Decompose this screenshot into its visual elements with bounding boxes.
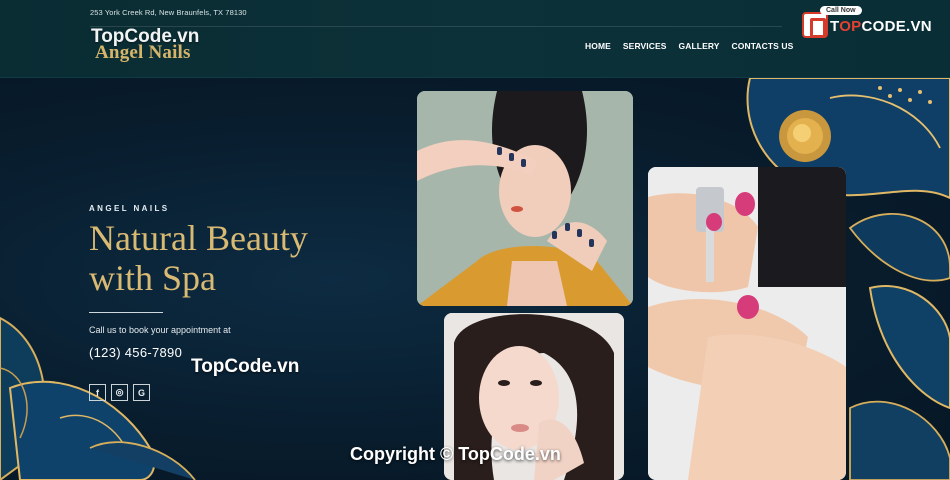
site-header: 253 York Creek Rd, New Braunfels, TX 781… (0, 0, 950, 78)
nav-services[interactable]: SERVICES (623, 41, 667, 51)
instagram-icon[interactable]: ◎ (111, 384, 128, 401)
social-links: f ◎ G (89, 384, 150, 401)
nav-home[interactable]: HOME (585, 41, 611, 51)
call-now-label: Call Now (820, 6, 862, 15)
phone-number[interactable]: (123) 456-7890 (89, 345, 182, 360)
watermark-middle: TopCode.vn (191, 356, 300, 377)
hero-kicker: ANGEL NAILS (89, 204, 170, 213)
hero-headline: Natural Beauty with Spa (89, 218, 349, 298)
gallery-photo-nail-painting (648, 167, 846, 480)
address-text: 253 York Creek Rd, New Braunfels, TX 781… (90, 8, 247, 17)
topcode-brand-text: TOPCODE.VN (830, 18, 932, 35)
copyright-watermark: Copyright © TopCode.vn (350, 444, 561, 464)
headline-line-2: with Spa (89, 258, 217, 298)
main-nav: HOME SERVICES GALLERY CONTACTS US (585, 41, 793, 51)
hero-section: ANGEL NAILS Natural Beauty with Spa Call… (0, 78, 950, 480)
gallery-photo-navy-nails (417, 91, 633, 306)
facebook-icon[interactable]: f (89, 384, 106, 401)
topcode-logo-icon (802, 12, 828, 38)
call-to-book-text: Call us to book your appointment at (89, 325, 231, 335)
hero-divider (89, 312, 163, 313)
topcode-badge[interactable]: Call Now TOPCODE.VN (802, 6, 932, 40)
nav-contacts[interactable]: CONTACTS US (732, 41, 794, 51)
google-icon[interactable]: G (133, 384, 150, 401)
nav-gallery[interactable]: GALLERY (679, 41, 720, 51)
watermark-top: TopCode.vn (91, 26, 200, 47)
headline-line-1: Natural Beauty (89, 218, 308, 258)
